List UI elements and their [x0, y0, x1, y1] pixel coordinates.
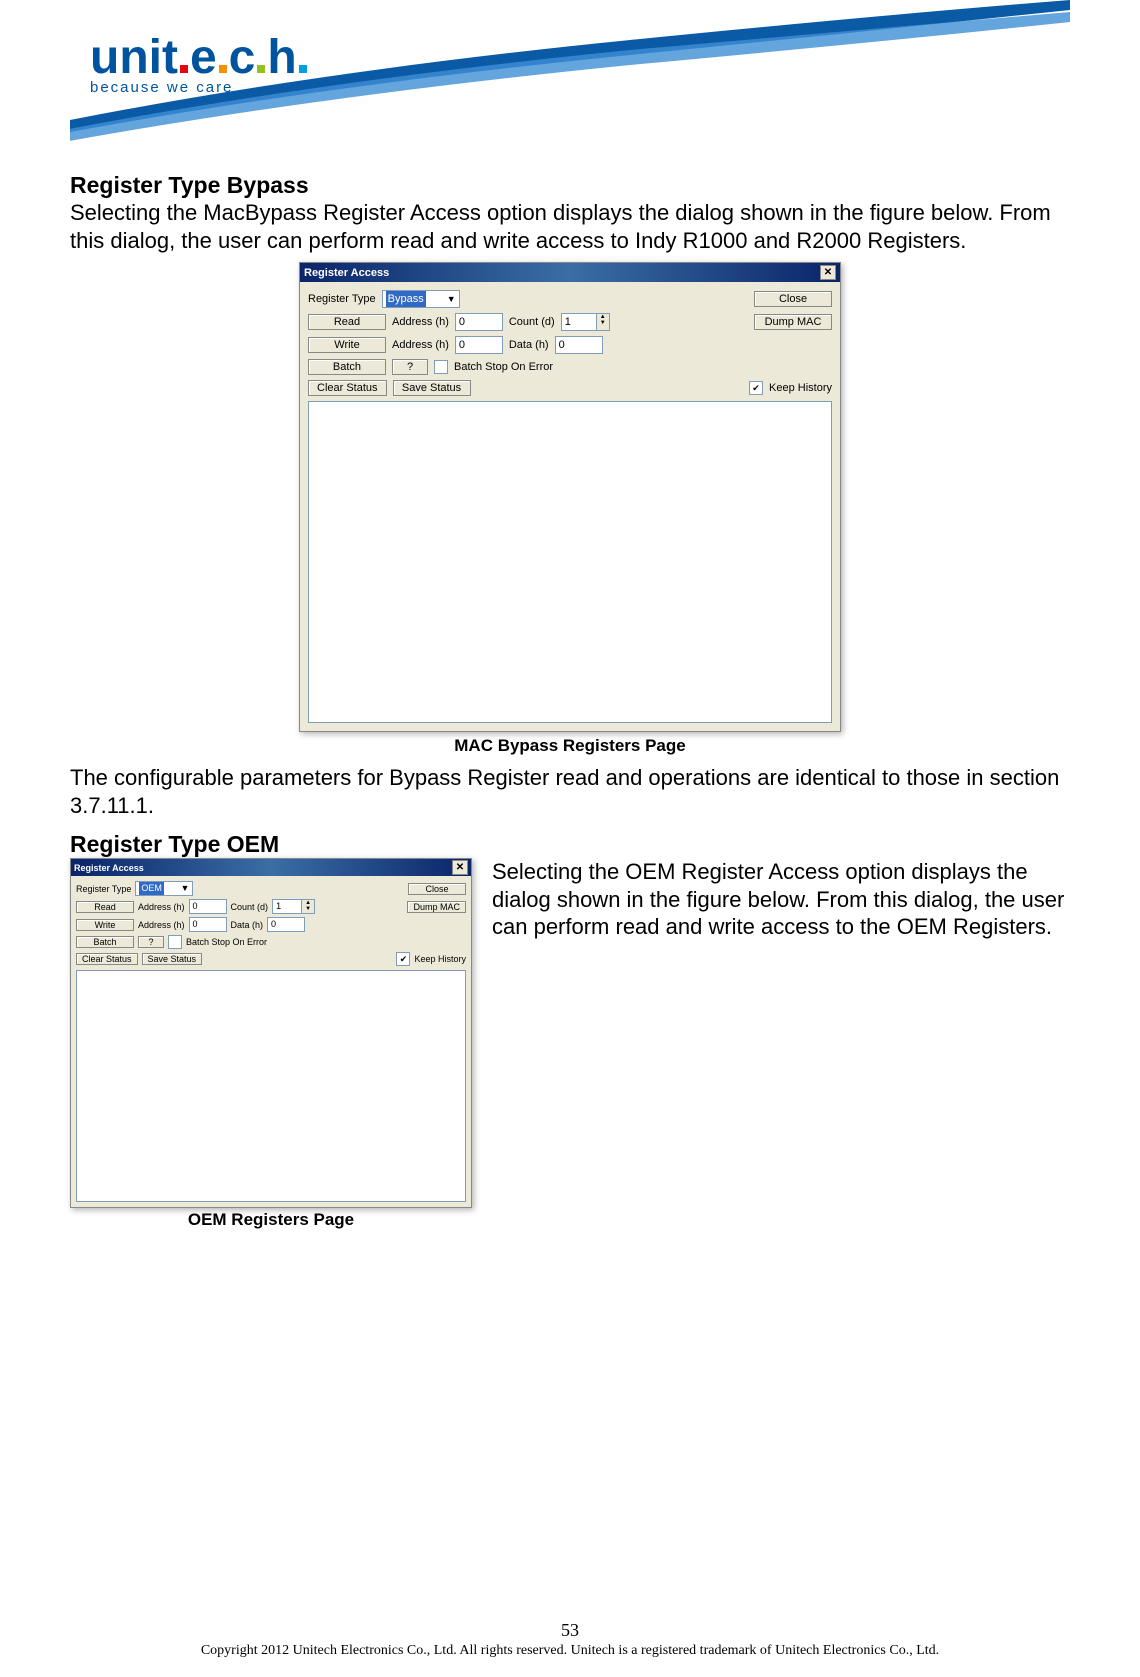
dialog-title: Register Access — [304, 267, 389, 279]
address-input-2[interactable]: 0 — [189, 917, 227, 932]
dialog-register-access-bypass: Register Access ✕ Register Type Bypass▼ … — [299, 262, 841, 732]
address-label-2: Address (h) — [138, 920, 185, 930]
keep-history-checkbox[interactable]: ✔ — [396, 952, 410, 966]
heading-register-type-oem: Register Type OEM — [70, 831, 1070, 858]
read-button[interactable]: Read — [76, 901, 134, 913]
data-label: Data (h) — [231, 920, 264, 930]
logo-dot-icon — [219, 65, 227, 73]
write-button[interactable]: Write — [76, 919, 134, 931]
close-icon[interactable]: ✕ — [820, 265, 836, 280]
keep-history-label: Keep History — [414, 954, 466, 964]
address-label-2: Address (h) — [392, 339, 449, 351]
dump-mac-button[interactable]: Dump MAC — [754, 314, 832, 330]
help-button[interactable]: ? — [138, 936, 164, 948]
write-button[interactable]: Write — [308, 337, 386, 353]
batch-stop-checkbox[interactable] — [434, 360, 448, 374]
count-input[interactable]: 1 — [561, 313, 597, 331]
logo: unitech because we care — [90, 30, 309, 96]
chevron-down-icon: ▼ — [180, 882, 189, 895]
status-log-area[interactable] — [308, 401, 832, 723]
logo-dot-icon — [299, 65, 307, 73]
page-header: unitech because we care — [70, 0, 1070, 160]
data-label: Data (h) — [509, 339, 549, 351]
figure-caption-bypass: MAC Bypass Registers Page — [70, 736, 1070, 756]
address-input-2[interactable]: 0 — [455, 336, 503, 354]
status-log-area[interactable] — [76, 970, 466, 1202]
batch-button[interactable]: Batch — [308, 359, 386, 375]
address-input[interactable]: 0 — [189, 899, 227, 914]
help-button[interactable]: ? — [392, 359, 428, 375]
count-label: Count (d) — [231, 902, 269, 912]
address-input[interactable]: 0 — [455, 313, 503, 331]
batch-button[interactable]: Batch — [76, 936, 134, 948]
address-label: Address (h) — [138, 902, 185, 912]
data-input[interactable]: 0 — [267, 917, 305, 932]
close-button[interactable]: Close — [408, 883, 466, 895]
read-button[interactable]: Read — [308, 314, 386, 330]
count-spinner[interactable]: ▲▼ — [597, 313, 610, 331]
save-status-button[interactable]: Save Status — [393, 380, 471, 396]
page-footer: 53 Copyright 2012 Unitech Electronics Co… — [0, 1620, 1140, 1659]
batch-stop-label: Batch Stop On Error — [186, 937, 267, 947]
paragraph-bypass-intro: Selecting the MacBypass Register Access … — [70, 199, 1070, 254]
paragraph-oem-intro: Selecting the OEM Register Access option… — [492, 858, 1070, 941]
register-type-select[interactable]: Bypass▼ — [382, 290, 460, 308]
register-type-label: Register Type — [76, 884, 131, 894]
clear-status-button[interactable]: Clear Status — [76, 953, 138, 965]
keep-history-label: Keep History — [769, 382, 832, 394]
close-icon[interactable]: ✕ — [452, 860, 468, 875]
logo-dot-icon — [180, 65, 188, 73]
save-status-button[interactable]: Save Status — [142, 953, 203, 965]
address-label: Address (h) — [392, 316, 449, 328]
dialog-register-access-oem: Register Access ✕ Register Type OEM▼ Clo… — [70, 858, 472, 1208]
count-label: Count (d) — [509, 316, 555, 328]
register-type-select[interactable]: OEM▼ — [135, 881, 193, 896]
count-spinner[interactable]: ▲▼ — [302, 899, 315, 914]
keep-history-checkbox[interactable]: ✔ — [749, 381, 763, 395]
count-input[interactable]: 1 — [272, 899, 302, 914]
chevron-down-icon: ▼ — [447, 291, 456, 307]
copyright-text: Copyright 2012 Unitech Electronics Co., … — [0, 1643, 1140, 1659]
dump-mac-button[interactable]: Dump MAC — [407, 901, 466, 913]
batch-stop-checkbox[interactable] — [168, 935, 182, 949]
heading-register-type-bypass: Register Type Bypass — [70, 172, 1070, 199]
page-number: 53 — [0, 1620, 1140, 1641]
close-button[interactable]: Close — [754, 291, 832, 307]
register-type-label: Register Type — [308, 293, 376, 305]
data-input[interactable]: 0 — [555, 336, 603, 354]
clear-status-button[interactable]: Clear Status — [308, 380, 387, 396]
dialog-title: Register Access — [74, 863, 144, 873]
figure-caption-oem: OEM Registers Page — [70, 1210, 472, 1230]
batch-stop-label: Batch Stop On Error — [454, 361, 553, 373]
paragraph-bypass-note: The configurable parameters for Bypass R… — [70, 764, 1070, 819]
logo-dot-icon — [257, 65, 265, 73]
